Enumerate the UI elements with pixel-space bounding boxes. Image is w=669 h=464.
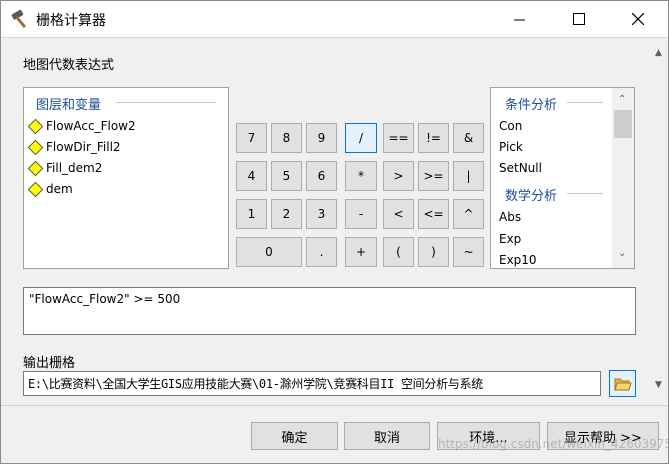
key-8[interactable]: 8 xyxy=(271,123,302,153)
layer-item[interactable]: dem xyxy=(29,180,73,198)
maximize-icon xyxy=(573,13,585,25)
minimize-button[interactable] xyxy=(496,1,542,37)
key-equal[interactable]: == xyxy=(383,123,414,153)
map-algebra-label: 地图代数表达式 xyxy=(23,58,115,73)
key-6[interactable]: 6 xyxy=(306,161,337,191)
scroll-down-icon[interactable]: ▼ xyxy=(654,381,663,390)
title-bar: 栅格计算器 xyxy=(1,1,668,37)
layer-name: dem xyxy=(46,182,73,196)
key-less[interactable]: < xyxy=(383,199,414,229)
layer-name: Fill_dem2 xyxy=(46,161,103,175)
key-and[interactable]: & xyxy=(453,123,484,153)
key-4[interactable]: 4 xyxy=(236,161,267,191)
expression-input[interactable]: "FlowAcc_Flow2" >= 500 xyxy=(23,287,636,335)
key-0[interactable]: 0 xyxy=(236,237,302,267)
layers-header-rule xyxy=(116,102,216,103)
key-close-paren[interactable]: ) xyxy=(418,237,449,267)
key-greater[interactable]: > xyxy=(383,161,414,191)
key-2[interactable]: 2 xyxy=(271,199,302,229)
close-button[interactable] xyxy=(615,1,661,37)
browse-button[interactable] xyxy=(609,370,636,397)
open-folder-icon xyxy=(613,378,632,390)
dialog-scrollbar[interactable]: ▲ ▼ xyxy=(650,41,667,399)
layer-name: FlowAcc_Flow2 xyxy=(46,119,136,133)
math-header: 数学分析 xyxy=(505,189,558,204)
key-decimal[interactable]: . xyxy=(306,237,337,267)
key-divide[interactable]: / xyxy=(345,123,377,153)
layer-name: FlowDir_Fill2 xyxy=(46,140,121,154)
layer-item[interactable]: FlowAcc_Flow2 xyxy=(29,117,136,135)
functions-list[interactable]: 条件分析 Con Pick SetNull 数学分析 Abs Exp Exp10… xyxy=(490,87,635,269)
layers-header: 图层和变量 xyxy=(36,98,102,113)
raster-layer-icon xyxy=(29,183,41,195)
function-item[interactable]: Con xyxy=(499,119,522,133)
hammer-icon xyxy=(9,9,31,29)
conditional-header: 条件分析 xyxy=(505,98,558,113)
scroll-down-icon[interactable]: ⌄ xyxy=(618,248,626,259)
raster-layer-icon xyxy=(29,141,41,153)
function-item[interactable]: Pick xyxy=(499,140,523,154)
output-raster-input[interactable]: E:\比赛资料\全国大学生GIS应用技能大赛\01-滁州学院\竞赛科目II 空间… xyxy=(23,371,601,396)
layer-item[interactable]: FlowDir_Fill2 xyxy=(29,138,121,156)
key-9[interactable]: 9 xyxy=(306,123,337,153)
layers-list[interactable]: 图层和变量 FlowAcc_Flow2 FlowDir_Fill2 Fill_d… xyxy=(23,87,229,269)
math-header-rule xyxy=(567,193,603,194)
function-item[interactable]: SetNull xyxy=(499,161,542,175)
scroll-up-icon[interactable]: ▲ xyxy=(654,49,663,58)
key-open-paren[interactable]: ( xyxy=(383,237,414,267)
key-1[interactable]: 1 xyxy=(236,199,267,229)
key-greater-equal[interactable]: >= xyxy=(418,161,449,191)
ok-button[interactable]: 确定 xyxy=(251,422,338,450)
conditional-header-rule xyxy=(567,102,603,103)
key-less-equal[interactable]: <= xyxy=(418,199,449,229)
output-raster-label: 输出栅格 xyxy=(23,356,76,371)
close-icon xyxy=(632,13,644,25)
raster-layer-icon xyxy=(29,162,41,174)
raster-calculator-window: 栅格计算器 ▲ ▼ 地图代数表达式 图层和变量 FlowAcc_Flow2 Fl… xyxy=(0,0,669,464)
key-multiply[interactable]: * xyxy=(345,161,377,191)
watermark-text: https://blog.csdn.net/weixin_42603975 xyxy=(438,437,669,451)
key-5[interactable]: 5 xyxy=(271,161,302,191)
scroll-up-icon[interactable]: ⌃ xyxy=(618,94,626,105)
key-7[interactable]: 7 xyxy=(236,123,267,153)
key-not-equal[interactable]: != xyxy=(418,123,449,153)
function-item[interactable]: Abs xyxy=(499,210,521,224)
cancel-button[interactable]: 取消 xyxy=(344,422,430,450)
window-title: 栅格计算器 xyxy=(36,13,106,29)
key-or[interactable]: | xyxy=(453,161,484,191)
function-item[interactable]: Exp10 xyxy=(499,253,537,267)
key-3[interactable]: 3 xyxy=(306,199,337,229)
functions-scrollbar[interactable]: ⌃ ⌄ xyxy=(612,88,634,268)
layer-item[interactable]: Fill_dem2 xyxy=(29,159,102,177)
key-minus[interactable]: - xyxy=(345,199,377,229)
minimize-icon xyxy=(513,19,525,20)
raster-layer-icon xyxy=(29,120,41,132)
key-xor[interactable]: ^ xyxy=(453,199,484,229)
maximize-button[interactable] xyxy=(556,1,602,37)
function-item[interactable]: Exp xyxy=(499,232,521,246)
key-not[interactable]: ~ xyxy=(453,237,484,267)
key-plus[interactable]: + xyxy=(345,237,377,267)
scrollbar-thumb[interactable] xyxy=(614,110,632,138)
